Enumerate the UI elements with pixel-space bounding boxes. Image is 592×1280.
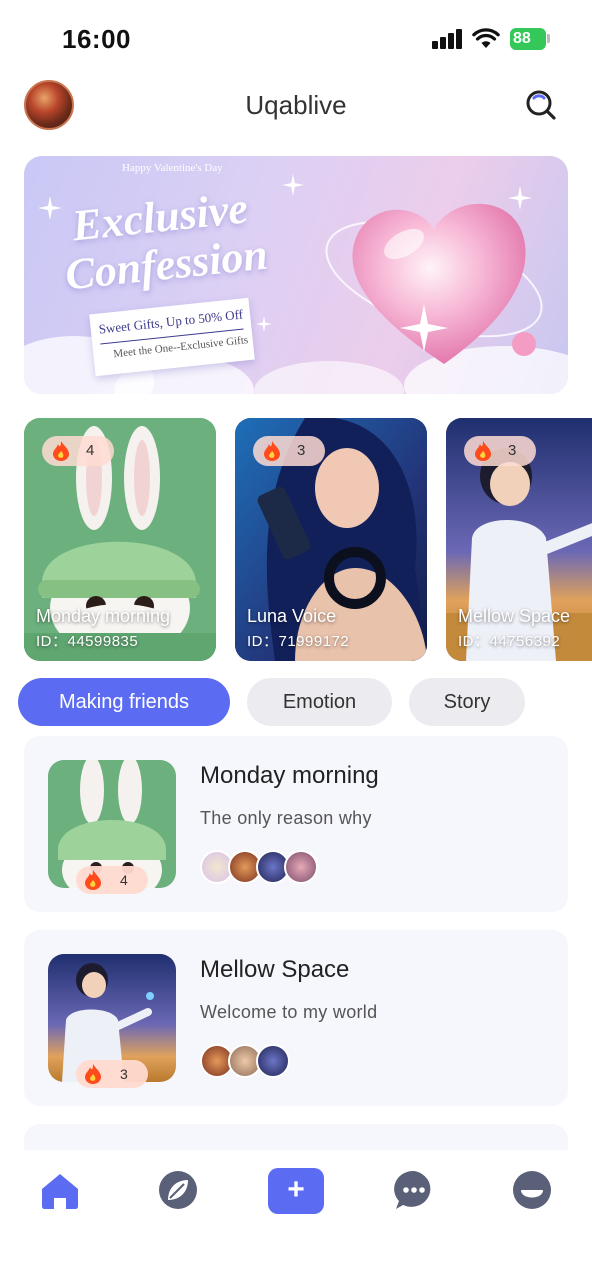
heat-count: 4 (86, 442, 95, 459)
home-icon[interactable] (38, 1168, 82, 1212)
heart-graphic (325, 186, 543, 364)
live-room-card[interactable]: 4 Monday morning ID：44599835 (24, 418, 216, 661)
battery-indicator: 88 (510, 28, 546, 50)
battery-level: 88 (513, 30, 531, 47)
add-button[interactable]: + (268, 1168, 324, 1214)
room-list-item[interactable]: 3 Mellow Space Welcome to my world (24, 930, 568, 1106)
room-description: The only reason why (200, 808, 372, 828)
room-title: Mellow Space (200, 956, 350, 983)
flame-icon (53, 441, 69, 461)
heat-count: 3 (297, 442, 306, 459)
battery-nub (547, 34, 550, 43)
live-rooms-carousel[interactable]: 4 Monday morning ID：44599835 3 Luna Voic… (24, 418, 592, 662)
flame-icon (85, 1064, 101, 1084)
heat-badge: 3 (76, 1060, 148, 1088)
sparkle-icon (256, 316, 272, 332)
heat-count: 3 (120, 1066, 128, 1082)
heat-badge: 4 (42, 436, 114, 466)
search-icon[interactable] (524, 88, 558, 122)
live-room-id: ID：44599835 (36, 633, 139, 650)
flame-icon (85, 870, 101, 890)
heat-count: 4 (120, 872, 128, 888)
live-room-card[interactable]: 3 Luna Voice ID：71999172 (235, 418, 427, 661)
messages-icon[interactable] (392, 1168, 436, 1212)
heat-badge: 4 (76, 866, 148, 894)
profile-icon[interactable] (510, 1168, 554, 1212)
room-description: Welcome to my world (200, 1002, 378, 1022)
wifi-icon (472, 28, 500, 48)
live-room-id: ID：71999172 (247, 633, 350, 650)
room-title: Monday morning (200, 762, 379, 789)
status-time: 16:00 (62, 24, 131, 54)
banner-small-text: Happy Valentine's Day (122, 162, 223, 174)
live-room-id: ID：44756392 (458, 633, 561, 650)
bottom-navigation: + (0, 1150, 592, 1280)
member-avatar (284, 850, 318, 884)
app-title: Uqablive (245, 90, 347, 120)
flame-icon (264, 441, 280, 461)
heat-badge: 3 (253, 436, 325, 466)
tab-making-friends[interactable]: Making friends (18, 678, 230, 726)
heat-count: 3 (508, 442, 517, 459)
live-room-card[interactable]: 3 Mellow Space ID：44756392 (446, 418, 592, 661)
banner-note-offer: Sweet Gifts, Up to 50% Off (97, 306, 244, 337)
status-bar: 16:00 88 (0, 0, 592, 80)
sparkle-icon (282, 174, 304, 196)
banner-headline: Exclusive Confession (58, 183, 270, 299)
explore-icon[interactable] (156, 1168, 200, 1212)
flame-icon (475, 441, 491, 461)
live-room-name: Mellow Space (458, 606, 571, 626)
room-list-item[interactable]: 4 Monday morning The only reason why (24, 736, 568, 912)
live-room-name: Monday morning (36, 606, 171, 626)
cellular-signal-icon (432, 29, 464, 49)
heat-badge: 3 (464, 436, 536, 466)
tab-story[interactable]: Story (409, 678, 525, 726)
live-room-name: Luna Voice (247, 606, 337, 626)
banner-note-tagline: Meet the One--Exclusive Gifts (112, 334, 249, 361)
tab-emotion[interactable]: Emotion (247, 678, 392, 726)
app-header: Uqablive (0, 78, 592, 134)
member-avatar (256, 1044, 290, 1078)
promo-banner[interactable]: Happy Valentine's Day Exclusive Confessi… (24, 156, 568, 394)
sparkle-icon (38, 196, 62, 220)
